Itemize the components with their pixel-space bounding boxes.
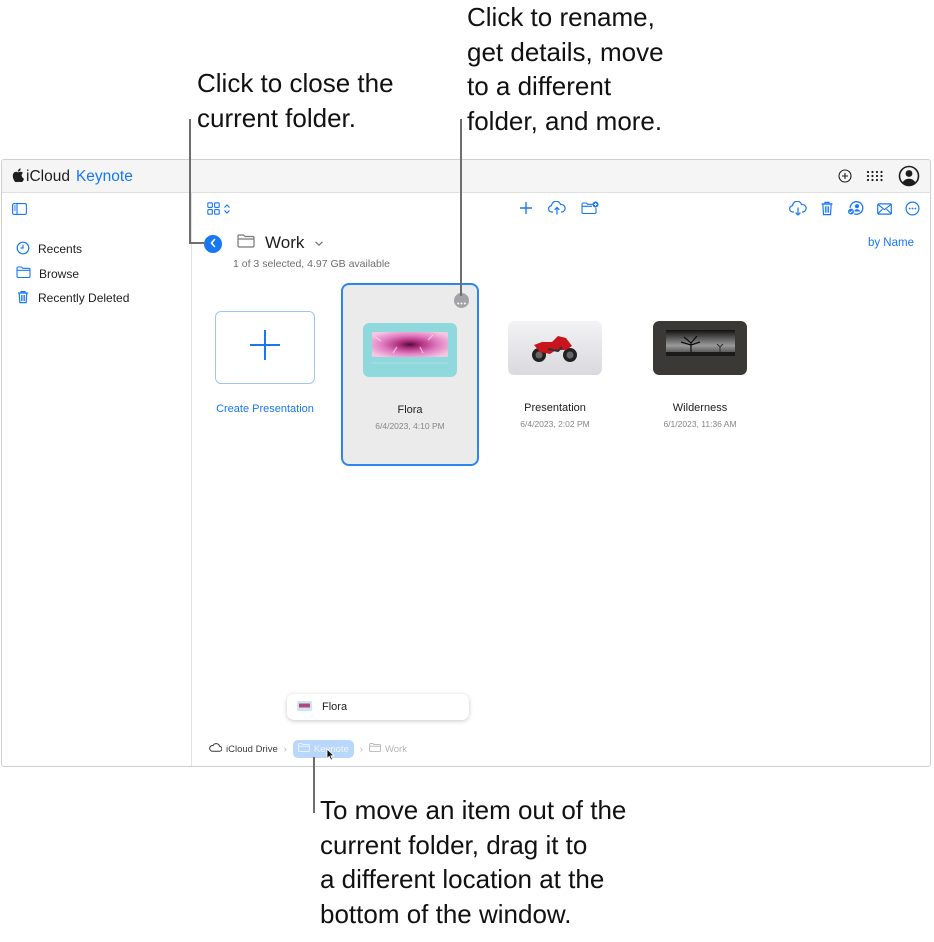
- cloud-icon: [209, 743, 223, 755]
- grid-view-icon: [207, 202, 220, 220]
- add-circle-icon[interactable]: [838, 169, 852, 183]
- callout-more-options: Click to rename, get details, move to a …: [467, 2, 664, 136]
- breadcrumb-item-keynote[interactable]: Keynote: [292, 740, 354, 758]
- chevron-down-icon: [314, 234, 324, 252]
- create-presentation-button[interactable]: [215, 311, 315, 384]
- document-thumbnail: [653, 321, 747, 375]
- breadcrumb-item-work[interactable]: Work: [369, 743, 407, 755]
- upload-icon[interactable]: [548, 200, 566, 220]
- folder-icon: [16, 266, 31, 281]
- brand-prefix: iCloud: [26, 168, 70, 185]
- sidebar: Recents Browse Recently Deleted: [2, 193, 192, 766]
- plus-icon: [248, 328, 282, 367]
- document-card[interactable]: Flora 6/4/2023, 4:10 PM: [341, 283, 479, 466]
- breadcrumb-label: iCloud Drive: [226, 743, 278, 755]
- mail-icon[interactable]: [877, 202, 892, 220]
- leader-line: [313, 757, 315, 813]
- main-content: Work 1 of 3 selected, 4.97 GB available …: [193, 193, 930, 766]
- title-bar: iCloud Keynote: [2, 160, 930, 193]
- chevron-up-down-icon: [223, 202, 231, 220]
- sidebar-item-label: Browse: [39, 266, 80, 281]
- sidebar-item-browse[interactable]: Browse: [16, 262, 129, 287]
- document-title: Wilderness: [672, 402, 728, 414]
- callout-close-folder: Click to close the current folder.: [197, 68, 394, 133]
- sidebar-item-label: Recently Deleted: [38, 291, 130, 306]
- sidebar-item-recently-deleted[interactable]: Recently Deleted: [16, 286, 129, 311]
- close-folder-button[interactable]: [204, 235, 222, 253]
- view-toggle-button[interactable]: [207, 202, 231, 220]
- sort-button[interactable]: by Name: [868, 237, 914, 249]
- chevron-right-icon: ›: [359, 743, 363, 755]
- folder-icon: [298, 743, 310, 755]
- leader-line: [189, 242, 205, 244]
- document-card[interactable]: Wilderness 6/1/2023, 11:36 AM: [631, 283, 769, 466]
- folder-title[interactable]: Work: [237, 233, 324, 253]
- app-window: iCloud Keynote Recents Browse Recently D…: [1, 159, 931, 767]
- mouse-pointer-icon: [326, 748, 335, 766]
- brand-app-name: Keynote: [75, 168, 133, 185]
- new-icon[interactable]: [519, 201, 533, 220]
- account-icon[interactable]: [898, 165, 920, 187]
- folder-status: 1 of 3 selected, 4.97 GB available: [233, 258, 391, 270]
- sidebar-item-recents[interactable]: Recents: [16, 237, 129, 262]
- more-icon[interactable]: [905, 201, 920, 221]
- apple-logo-icon: [12, 168, 24, 186]
- document-title: Presentation: [524, 402, 586, 414]
- sidebar-toggle-icon[interactable]: [12, 202, 27, 220]
- trash-icon[interactable]: [820, 201, 834, 221]
- document-thumbnail-icon: [297, 700, 312, 714]
- document-card[interactable]: Presentation 6/4/2023, 2:02 PM: [486, 283, 624, 466]
- document-date: 6/4/2023, 4:10 PM: [375, 421, 445, 431]
- document-thumbnail: [363, 323, 457, 377]
- chevron-right-icon: ›: [283, 743, 287, 755]
- new-folder-icon[interactable]: [581, 201, 599, 220]
- breadcrumb-item-icloud-drive[interactable]: iCloud Drive: [209, 743, 278, 755]
- dragged-item-label: Flora: [322, 701, 348, 713]
- create-presentation-label[interactable]: Create Presentation: [205, 403, 325, 415]
- document-thumbnail: [508, 321, 602, 375]
- leader-line: [460, 119, 462, 296]
- download-icon[interactable]: [789, 200, 807, 221]
- breadcrumb: iCloud Drive › Keynote › Work: [209, 740, 407, 758]
- folder-name: Work: [265, 233, 305, 252]
- app-grid-icon[interactable]: [866, 170, 884, 182]
- document-date: 6/4/2023, 2:02 PM: [520, 419, 590, 429]
- leader-line: [189, 119, 191, 243]
- collaborate-icon[interactable]: [847, 201, 864, 221]
- clock-icon: [16, 241, 30, 258]
- chevron-left-icon: [209, 235, 217, 253]
- trash-icon: [16, 290, 30, 307]
- document-title: Flora: [397, 404, 423, 416]
- folder-icon: [369, 743, 381, 755]
- breadcrumb-label: Work: [384, 743, 407, 755]
- dragged-item[interactable]: Flora: [287, 694, 469, 720]
- sidebar-item-label: Recents: [38, 242, 83, 257]
- callout-move-item: To move an item out of the current folde…: [320, 795, 627, 929]
- app-brand[interactable]: iCloud Keynote: [12, 168, 133, 186]
- document-date: 6/1/2023, 11:36 AM: [663, 419, 737, 429]
- folder-icon: [237, 233, 255, 253]
